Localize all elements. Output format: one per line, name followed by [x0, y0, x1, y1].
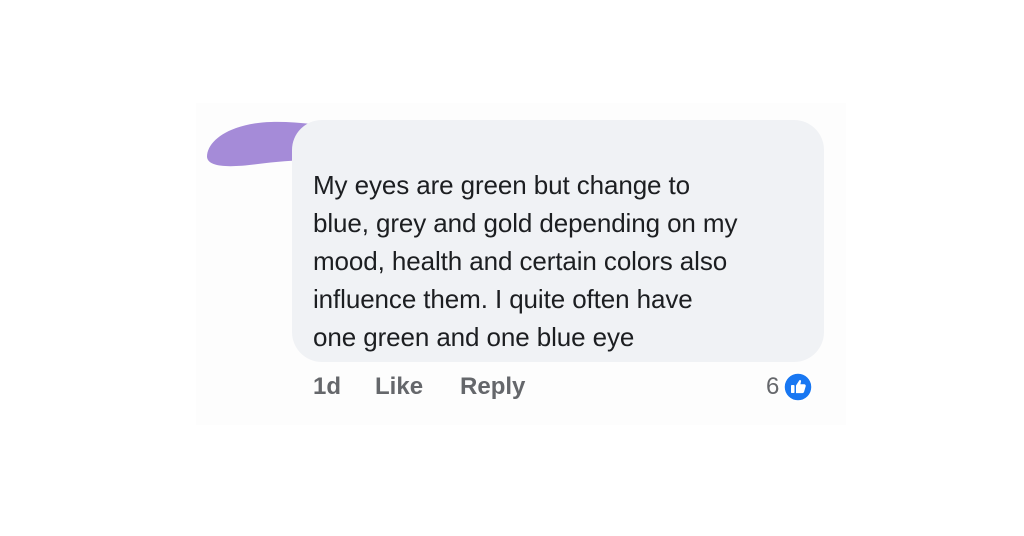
comment-timestamp[interactable]: 1d: [313, 373, 341, 401]
reply-button[interactable]: Reply: [460, 373, 525, 401]
comment-text: My eyes are green but change to blue, gr…: [313, 170, 738, 352]
thumbs-up-icon: [783, 372, 814, 402]
screenshot-canvas: My eyes are green but change to blue, gr…: [0, 0, 1024, 536]
reaction-summary[interactable]: 6: [766, 371, 814, 403]
like-button[interactable]: Like: [375, 373, 423, 401]
comment-actions: 1d Like Reply: [313, 370, 525, 404]
reaction-count: 6: [766, 373, 780, 400]
